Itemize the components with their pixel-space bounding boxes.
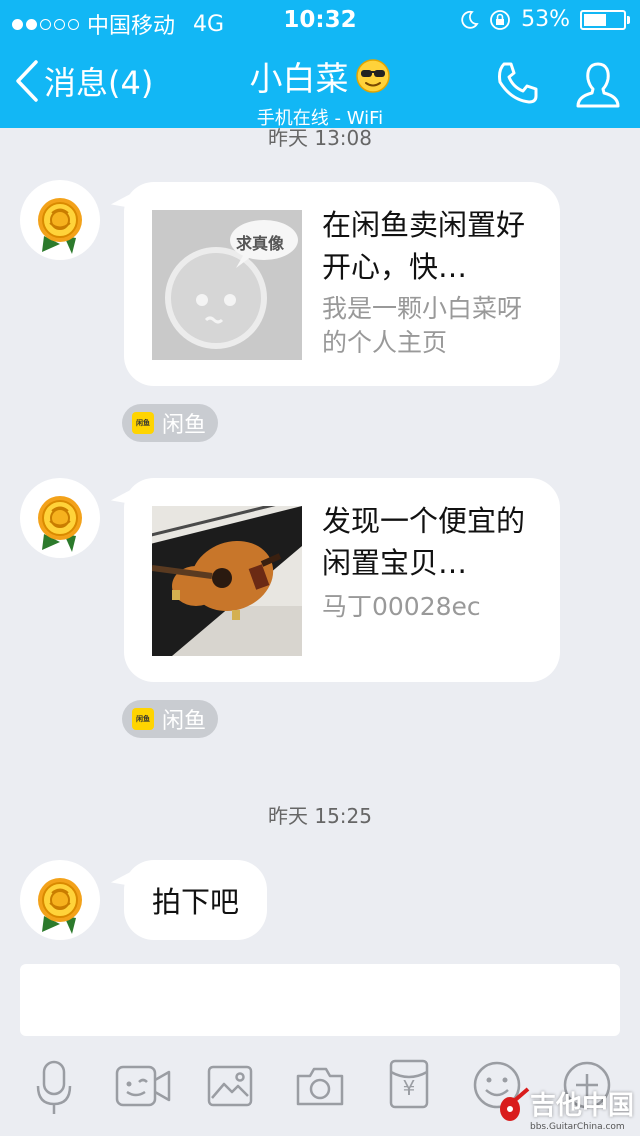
- red-packet-icon[interactable]: ¥: [388, 1058, 430, 1110]
- contact-name[interactable]: 小白菜: [250, 52, 391, 100]
- camera-icon[interactable]: [294, 1064, 346, 1108]
- timestamp: 昨天 15:25: [268, 804, 372, 828]
- card-title: 在闲鱼卖闲置好开心，快…: [322, 208, 526, 284]
- status-bar: 中国移动 4G 10:32 53%: [0, 0, 640, 40]
- sunflower-icon: [38, 496, 82, 552]
- card-description: 我是一颗小白菜呀的个人主页: [322, 294, 523, 357]
- guitar-logo-icon: [499, 1087, 530, 1121]
- video-icon[interactable]: [114, 1064, 172, 1108]
- card-thumbnail: 求真像: [152, 210, 302, 360]
- source-tag[interactable]: 闲鱼 闲鱼: [122, 404, 219, 442]
- xianyu-logo-icon: 闲鱼: [132, 412, 154, 434]
- profile-icon[interactable]: [574, 60, 622, 110]
- link-card-bubble[interactable]: 求真像 在闲鱼卖闲置好开心，快… 我是一颗小白菜呀的个人主页: [124, 182, 560, 386]
- battery-percent: 53%: [521, 7, 570, 32]
- message-input[interactable]: [20, 964, 620, 1036]
- thumb-caption: 求真像: [236, 234, 285, 253]
- source-label: 闲鱼: [162, 709, 207, 734]
- contact-avatar[interactable]: [20, 860, 100, 940]
- source-label: 闲鱼: [162, 413, 207, 438]
- card-thumbnail: [152, 506, 302, 656]
- source-tag[interactable]: 闲鱼 闲鱼: [122, 700, 219, 738]
- sunglasses-emoji-icon: [355, 59, 390, 93]
- watermark-title: 吉他中国: [529, 1091, 634, 1121]
- moon-icon: [461, 10, 479, 29]
- guitar-photo-icon: [152, 506, 302, 656]
- battery-icon: [580, 9, 630, 30]
- watermark-url: bbs.GuitarChina.com: [529, 1122, 625, 1132]
- nav-bar: 消息(4) 小白菜 手机在线 - WiFi: [0, 40, 640, 130]
- contact-name-text: 小白菜: [249, 59, 349, 98]
- rotation-lock-icon: [490, 9, 510, 30]
- text-message-bubble[interactable]: 拍下吧: [124, 860, 268, 940]
- xianyu-logo-icon: 闲鱼: [132, 708, 154, 730]
- watermark: 吉他中国 bbs.GuitarChina.com: [499, 1085, 634, 1132]
- card-description: 马丁00028ec: [322, 592, 481, 621]
- contact-avatar[interactable]: [20, 180, 100, 260]
- image-icon[interactable]: [206, 1064, 254, 1108]
- link-card-bubble[interactable]: 发现一个便宜的闲置宝贝… 马丁00028ec: [124, 478, 560, 682]
- status-right: 53%: [459, 7, 630, 32]
- sunflower-icon: [38, 198, 82, 254]
- chat-header: 小白菜 手机在线 - WiFi: [0, 52, 640, 130]
- yuan-symbol: ¥: [402, 1076, 416, 1100]
- microphone-icon[interactable]: [34, 1058, 74, 1118]
- sunflower-icon: [38, 878, 82, 934]
- contact-avatar[interactable]: [20, 478, 100, 558]
- card-title: 发现一个便宜的闲置宝贝…: [322, 504, 526, 580]
- timestamp: 昨天 13:08: [268, 126, 372, 150]
- phone-icon[interactable]: [494, 60, 540, 106]
